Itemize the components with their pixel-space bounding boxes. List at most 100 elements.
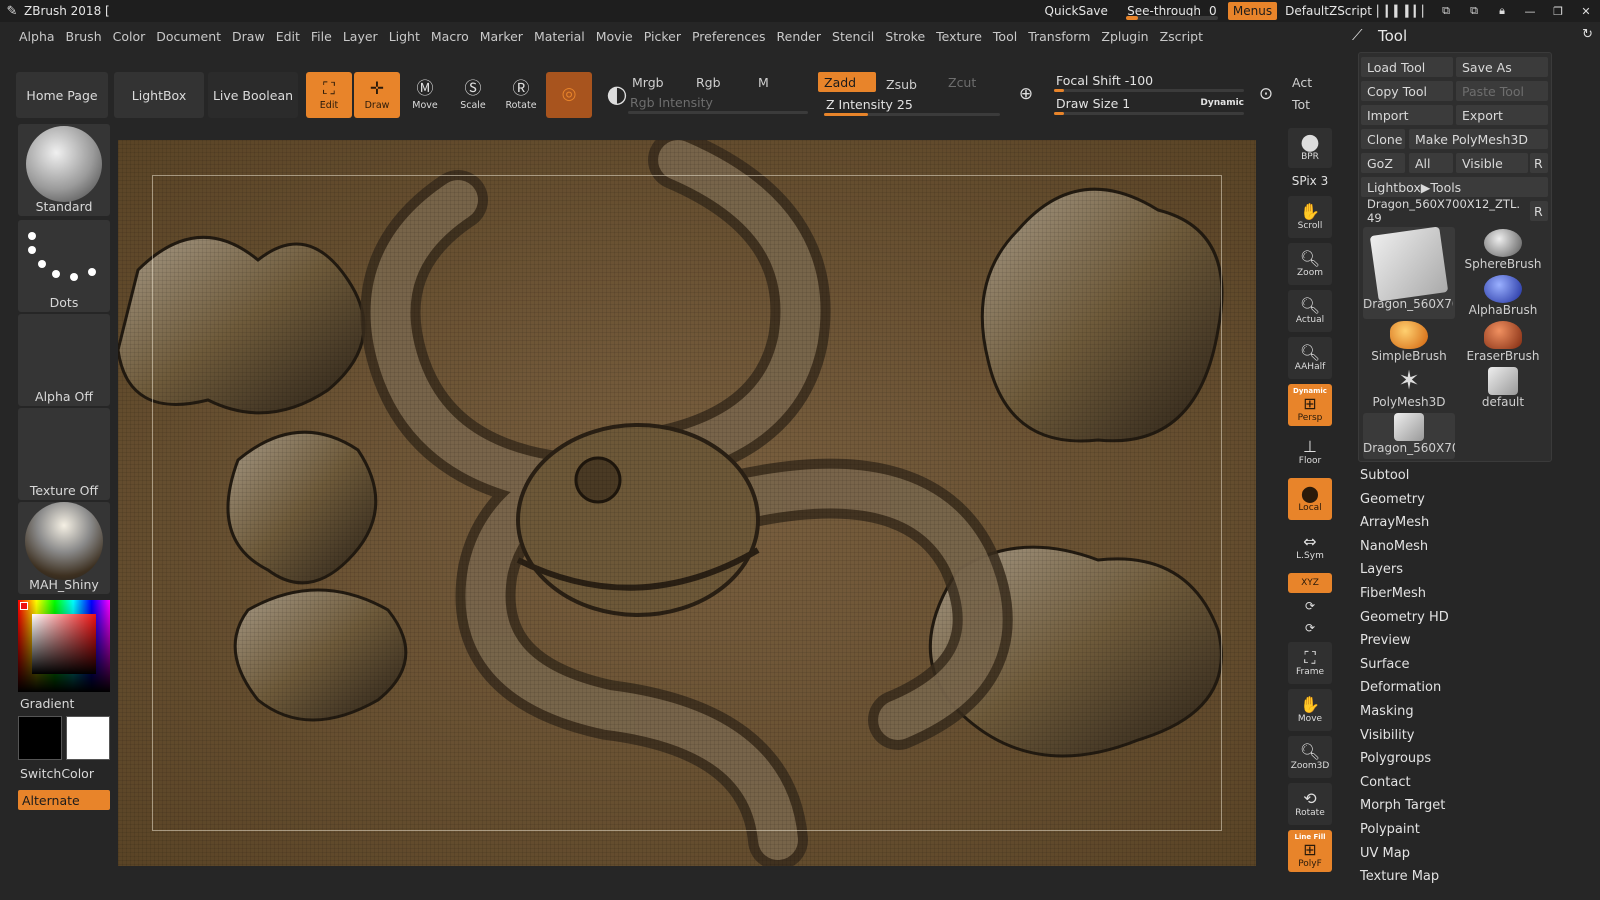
draw-mode-button[interactable]: ✛ Draw: [354, 72, 400, 118]
document-canvas[interactable]: [118, 140, 1256, 866]
frame-button[interactable]: ⛶ Frame: [1288, 642, 1332, 684]
lazy-mouse-button[interactable]: ⊙: [1246, 72, 1286, 118]
menu-stencil[interactable]: Stencil: [827, 29, 879, 44]
clone-button[interactable]: Clone: [1361, 129, 1405, 149]
menu-brush[interactable]: Brush: [61, 29, 107, 44]
zsub-button[interactable]: Zsub: [880, 74, 938, 94]
menu-marker[interactable]: Marker: [475, 29, 528, 44]
menu-macro[interactable]: Macro: [426, 29, 474, 44]
draw-size-slider[interactable]: Draw Size 1 Dynamic: [1054, 95, 1244, 117]
secondary-color-swatch[interactable]: [18, 716, 62, 760]
submenu-surface[interactable]: Surface: [1360, 657, 1410, 672]
brush-selector[interactable]: Standard: [18, 124, 110, 216]
menu-transform[interactable]: Transform: [1023, 29, 1095, 44]
y-rotation-button[interactable]: ⟳: [1288, 596, 1332, 616]
tool-thumb-dragon[interactable]: Dragon_560X700: [1363, 226, 1455, 319]
menu-color[interactable]: Color: [108, 29, 151, 44]
tool-thumb-spherebrush[interactable]: SphereBrush: [1457, 229, 1549, 275]
menu-zplugin[interactable]: Zplugin: [1096, 29, 1153, 44]
menu-preferences[interactable]: Preferences: [687, 29, 771, 44]
zoom-button[interactable]: 🔍︎ Zoom: [1288, 243, 1332, 285]
see-through-slider[interactable]: See-through 0: [1122, 1, 1222, 21]
tool-thumb-dragon-2[interactable]: Dragon_560X700: [1363, 413, 1455, 459]
submenu-contact[interactable]: Contact: [1360, 775, 1411, 790]
copy-tool-button[interactable]: Copy Tool: [1361, 81, 1453, 101]
tool-thumb-eraserbrush[interactable]: EraserBrush: [1457, 321, 1549, 367]
tool-thumb-simplebrush[interactable]: SimpleBrush: [1363, 321, 1455, 367]
color-marker[interactable]: [20, 602, 28, 610]
edit-mode-button[interactable]: ⛶ Edit: [306, 72, 352, 118]
minimize-icon[interactable]: —: [1516, 0, 1544, 22]
lock-icon[interactable]: 🔒︎: [1488, 0, 1516, 22]
stroke-selector[interactable]: Dots: [18, 220, 110, 312]
xyz-rotation-button[interactable]: XYZ: [1288, 573, 1332, 593]
perspective-button[interactable]: Dynamic ⊞ Persp: [1288, 384, 1332, 426]
default-zscript-button[interactable]: DefaultZScript: [1281, 0, 1376, 22]
menu-draw[interactable]: Draw: [227, 29, 270, 44]
submenu-preview[interactable]: Preview: [1360, 633, 1411, 648]
submenu-deformation[interactable]: Deformation: [1360, 680, 1441, 695]
menu-stroke[interactable]: Stroke: [880, 29, 930, 44]
goz-r-button[interactable]: R: [1530, 153, 1548, 173]
mrgb-button[interactable]: Mrgb: [626, 72, 686, 92]
reset-icon[interactable]: ↻: [1582, 27, 1593, 42]
local-button[interactable]: ⬤ Local: [1288, 478, 1332, 520]
menu-document[interactable]: Document: [151, 29, 226, 44]
lsym-button[interactable]: ⇔ L.Sym: [1288, 526, 1332, 568]
spix-slider[interactable]: SPix 3: [1288, 174, 1332, 190]
zcut-button[interactable]: Zcut: [942, 72, 1000, 92]
quicksave-button[interactable]: QuickSave: [1037, 0, 1116, 22]
submenu-polygroups[interactable]: Polygroups: [1360, 751, 1431, 766]
actual-button[interactable]: 🔍︎ Actual: [1288, 290, 1332, 332]
aahalf-button[interactable]: 🔍︎ AAHalf: [1288, 337, 1332, 379]
material-selector[interactable]: MAH_Shiny: [18, 502, 110, 594]
submenu-fibermesh[interactable]: FiberMesh: [1360, 586, 1426, 601]
m-button[interactable]: M: [752, 72, 812, 92]
menu-movie[interactable]: Movie: [591, 29, 638, 44]
pin-icon[interactable]: ⟋: [1352, 26, 1363, 44]
home-page-button[interactable]: Home Page: [16, 72, 108, 118]
submenu-uv-map[interactable]: UV Map: [1360, 846, 1410, 861]
focal-shift-icon-button[interactable]: ⊕: [1006, 72, 1046, 118]
submenu-visibility[interactable]: Visibility: [1360, 728, 1414, 743]
import-button[interactable]: Import: [1361, 105, 1453, 125]
switch-color-button[interactable]: SwitchColor: [20, 766, 94, 781]
alternate-button[interactable]: Alternate: [18, 790, 110, 810]
menu-material[interactable]: Material: [529, 29, 590, 44]
menu-render[interactable]: Render: [772, 29, 827, 44]
color-picker[interactable]: [18, 600, 110, 692]
menu-picker[interactable]: Picker: [639, 29, 686, 44]
bpr-render-button[interactable]: ● BPR: [1288, 128, 1332, 168]
export-button[interactable]: Export: [1456, 105, 1548, 125]
scroll-button[interactable]: ✋ Scroll: [1288, 196, 1332, 238]
layout-right-icon[interactable]: ⧉: [1460, 0, 1488, 22]
make-polymesh3d-button[interactable]: Make PolyMesh3D: [1409, 129, 1548, 149]
gradient-bar-2-icon[interactable]: ▍▎▏: [1404, 0, 1432, 22]
sculptris-pro-button[interactable]: ◎: [546, 72, 592, 118]
live-boolean-button[interactable]: Live Boolean: [208, 72, 298, 118]
move-view-button[interactable]: ✋ Move: [1288, 689, 1332, 731]
goz-all-button[interactable]: All: [1409, 153, 1453, 173]
primary-color-swatch[interactable]: [66, 716, 110, 760]
move-mode-button[interactable]: Ⓜ Move: [402, 72, 448, 118]
focal-shift-slider[interactable]: Focal Shift -100: [1054, 72, 1244, 94]
menus-toggle-button[interactable]: Menus: [1227, 2, 1278, 20]
texture-selector[interactable]: Texture Off: [18, 408, 110, 500]
submenu-subtool[interactable]: Subtool: [1360, 468, 1409, 483]
submenu-polypaint[interactable]: Polypaint: [1360, 822, 1420, 837]
dynamic-toggle[interactable]: Dynamic: [1200, 98, 1244, 108]
menu-tool[interactable]: Tool: [988, 29, 1022, 44]
zoom3d-button[interactable]: 🔍︎ Zoom3D: [1288, 736, 1332, 778]
rotate-view-button[interactable]: ⟲ Rotate: [1288, 783, 1332, 825]
alpha-selector[interactable]: Alpha Off: [18, 314, 110, 406]
gradient-label[interactable]: Gradient: [20, 696, 74, 711]
submenu-arraymesh[interactable]: ArrayMesh: [1360, 515, 1429, 530]
menu-texture[interactable]: Texture: [931, 29, 987, 44]
color-saturation-square[interactable]: [32, 614, 96, 674]
tool-thumb-alphabrush[interactable]: AlphaBrush: [1457, 275, 1549, 321]
layout-left-icon[interactable]: ⧉: [1432, 0, 1460, 22]
submenu-layers[interactable]: Layers: [1360, 562, 1403, 577]
load-tool-button[interactable]: Load Tool: [1361, 57, 1453, 77]
rgb-button[interactable]: Rgb: [690, 72, 750, 92]
save-as-button[interactable]: Save As: [1456, 57, 1548, 77]
